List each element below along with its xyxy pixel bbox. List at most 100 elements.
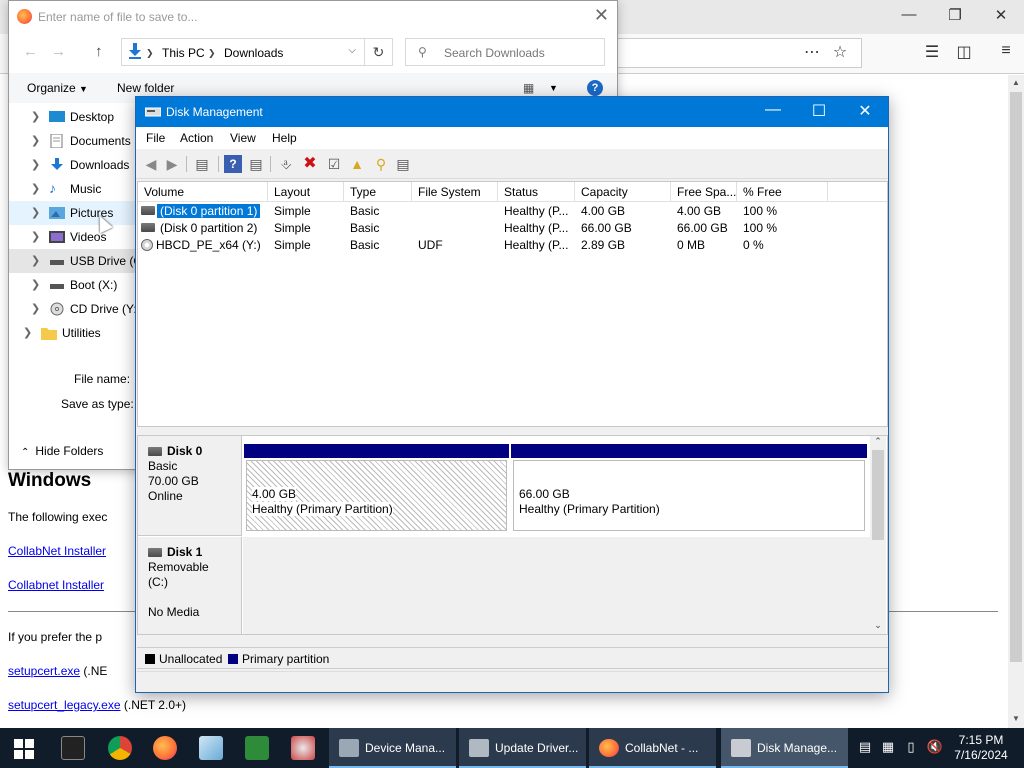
chevron-right-icon[interactable]: ❯ <box>31 206 40 219</box>
chevron-right-icon[interactable]: ❯ <box>23 326 32 339</box>
maximize-icon[interactable]: ☐ <box>796 101 842 121</box>
column-header-file-system[interactable]: File System <box>412 182 498 202</box>
browser-minimize-button[interactable]: — <box>894 6 924 23</box>
up-arrow-icon[interactable]: ↑ <box>95 43 103 60</box>
color-picker-icon[interactable]: ▦ <box>879 739 897 757</box>
tree-item-videos[interactable]: ❯ Videos <box>9 225 137 249</box>
tree-item-boot[interactable]: ❯ Boot (X:) <box>9 273 137 297</box>
chrome-icon[interactable] <box>108 736 132 760</box>
scroll-up-arrow-icon[interactable]: ⌃ <box>870 436 886 447</box>
chevron-right-icon[interactable]: ❯ <box>31 158 40 171</box>
browser-close-button[interactable]: ✕ <box>986 6 1016 24</box>
usb-eject-icon[interactable]: ▯ <box>902 739 920 757</box>
check-icon[interactable]: ☑ <box>325 155 343 173</box>
disk-1-label[interactable]: Disk 1 Removable (C:) No Media <box>138 537 242 634</box>
breadcrumb-this-pc[interactable]: This PC <box>162 46 205 60</box>
breadcrumb-downloads[interactable]: Downloads <box>224 46 283 60</box>
table-row[interactable]: (Disk 0 partition 1) Simple Basic Health… <box>138 202 887 219</box>
sidebar-icon[interactable]: ◫ <box>952 42 976 62</box>
delete-icon[interactable]: ✖ <box>301 155 319 173</box>
partition-disk0-1[interactable]: 4.00 GB Healthy (Primary Partition) <box>244 444 509 531</box>
tree-item-music[interactable]: ❯ ♪ Music <box>9 177 137 201</box>
task-update-driver[interactable]: Update Driver... <box>459 728 586 768</box>
folder-up-icon[interactable]: ▲ <box>348 155 366 173</box>
column-header-layout[interactable]: Layout <box>268 182 344 202</box>
chevron-right-icon[interactable]: ❯ <box>31 254 40 267</box>
page-link[interactable]: setupcert_legacy.exe <box>8 698 121 712</box>
show-hide-console-icon[interactable]: ▤ <box>193 155 211 173</box>
network-icon[interactable]: ▤ <box>856 739 874 757</box>
tree-item-utilities[interactable]: ❯ Utilities <box>9 321 137 345</box>
menu-view[interactable]: View <box>230 131 256 145</box>
list-view-icon[interactable]: ▤ <box>394 155 412 173</box>
tree-item-pictures[interactable]: ❯ Pictures <box>9 201 137 225</box>
back-arrow-icon[interactable]: ← <box>23 43 38 60</box>
scrollbar-thumb[interactable] <box>872 450 884 540</box>
tree-item-usb-drive[interactable]: ❯ USB Drive (C <box>9 249 142 273</box>
more-actions-icon[interactable]: ⋯ <box>800 42 824 62</box>
hamburger-menu-icon[interactable]: ≡ <box>994 42 1018 60</box>
column-header-volume[interactable]: Volume <box>138 182 268 202</box>
menu-action[interactable]: Action <box>180 131 213 145</box>
library-icon[interactable]: ☰ <box>920 42 944 62</box>
browser-scrollbar-thumb[interactable] <box>1010 92 1022 662</box>
browser-restore-button[interactable]: ❐ <box>940 6 970 24</box>
caret-down-icon[interactable]: ▼ <box>549 83 558 93</box>
page-link[interactable]: setupcert.exe <box>8 664 80 678</box>
page-link[interactable]: CollabNet Installer <box>8 544 106 558</box>
page-link[interactable]: Collabnet Installer <box>8 578 104 592</box>
chevron-right-icon[interactable]: ❯ <box>31 134 40 147</box>
disk-0-label[interactable]: Disk 0 Basic 70.00 GB Online <box>138 436 242 536</box>
scroll-up-arrow-icon[interactable]: ▲ <box>1008 78 1024 87</box>
forward-arrow-icon[interactable]: ▶ <box>163 155 181 173</box>
table-row[interactable]: (Disk 0 partition 2) Simple Basic Health… <box>138 219 887 236</box>
chevron-right-icon[interactable]: ❯ <box>31 182 40 195</box>
chevron-right-icon[interactable]: ❯ <box>31 230 40 243</box>
tree-item-downloads[interactable]: ❯ Downloads <box>9 153 137 177</box>
tree-item-desktop[interactable]: ❯ Desktop <box>9 105 137 129</box>
organize-button[interactable]: Organize ▼ <box>27 81 88 95</box>
bookmark-star-icon[interactable]: ☆ <box>828 42 852 62</box>
tree-item-cd-drive[interactable]: ❯ CD Drive (Y:) <box>9 297 141 321</box>
chevron-right-icon[interactable]: ❯ <box>31 302 40 315</box>
folder-search-icon[interactable]: ⚲ <box>372 155 390 173</box>
column-header-status[interactable]: Status <box>498 182 575 202</box>
column-header-type[interactable]: Type <box>344 182 412 202</box>
address-bar[interactable]: ❯ This PC ❯ Downloads ⌵ <box>121 38 365 66</box>
menu-help[interactable]: Help <box>272 131 297 145</box>
task-device-manager[interactable]: Device Mana... <box>329 728 456 768</box>
system-clock[interactable]: 7:15 PM 7/16/2024 <box>948 733 1014 763</box>
start-button[interactable] <box>0 728 48 768</box>
close-icon[interactable]: ✕ <box>594 5 609 26</box>
properties-icon[interactable]: ▤ <box>247 155 265 173</box>
tree-item-documents[interactable]: ❯ Documents <box>9 129 137 153</box>
minimize-icon[interactable]: — <box>750 101 796 119</box>
chevron-down-icon[interactable]: ⌵ <box>348 45 356 56</box>
task-disk-management[interactable]: Disk Manage... <box>721 728 848 768</box>
utility-app-icon[interactable] <box>291 736 315 760</box>
back-arrow-icon[interactable]: ◀ <box>142 155 160 173</box>
chevron-right-icon[interactable]: ❯ <box>31 110 40 123</box>
scroll-down-arrow-icon[interactable]: ▼ <box>1008 714 1024 723</box>
disk-pane-scrollbar[interactable]: ⌃ ⌄ <box>870 436 886 634</box>
notepad-icon[interactable] <box>199 736 223 760</box>
column-header-free-space[interactable]: Free Spa... <box>671 182 737 202</box>
table-row[interactable]: HBCD_PE_x64 (Y:) Simple Basic UDF Health… <box>138 236 887 253</box>
help-icon[interactable]: ? <box>224 155 242 173</box>
command-prompt-icon[interactable] <box>61 736 85 760</box>
partition-disk0-2[interactable]: 66.00 GB Healthy (Primary Partition) <box>511 444 867 531</box>
help-icon[interactable]: ? <box>587 80 603 96</box>
refresh-icon[interactable]: ↻ <box>365 38 393 66</box>
column-header-percent-free[interactable]: % Free <box>737 182 828 202</box>
connect-icon[interactable]: ⎀ <box>277 155 295 173</box>
task-collabnet[interactable]: CollabNet - ... <box>589 728 716 768</box>
firefox-icon[interactable] <box>153 736 177 760</box>
close-icon[interactable]: ✕ <box>842 101 888 121</box>
column-header-capacity[interactable]: Capacity <box>575 182 671 202</box>
chevron-right-icon[interactable]: ❯ <box>31 278 40 291</box>
new-folder-button[interactable]: New folder <box>117 81 174 95</box>
view-options-icon[interactable]: ▦ <box>523 81 534 95</box>
forward-arrow-icon[interactable]: → <box>51 43 66 60</box>
task-manager-icon[interactable] <box>245 736 269 760</box>
scroll-down-arrow-icon[interactable]: ⌄ <box>870 620 886 631</box>
